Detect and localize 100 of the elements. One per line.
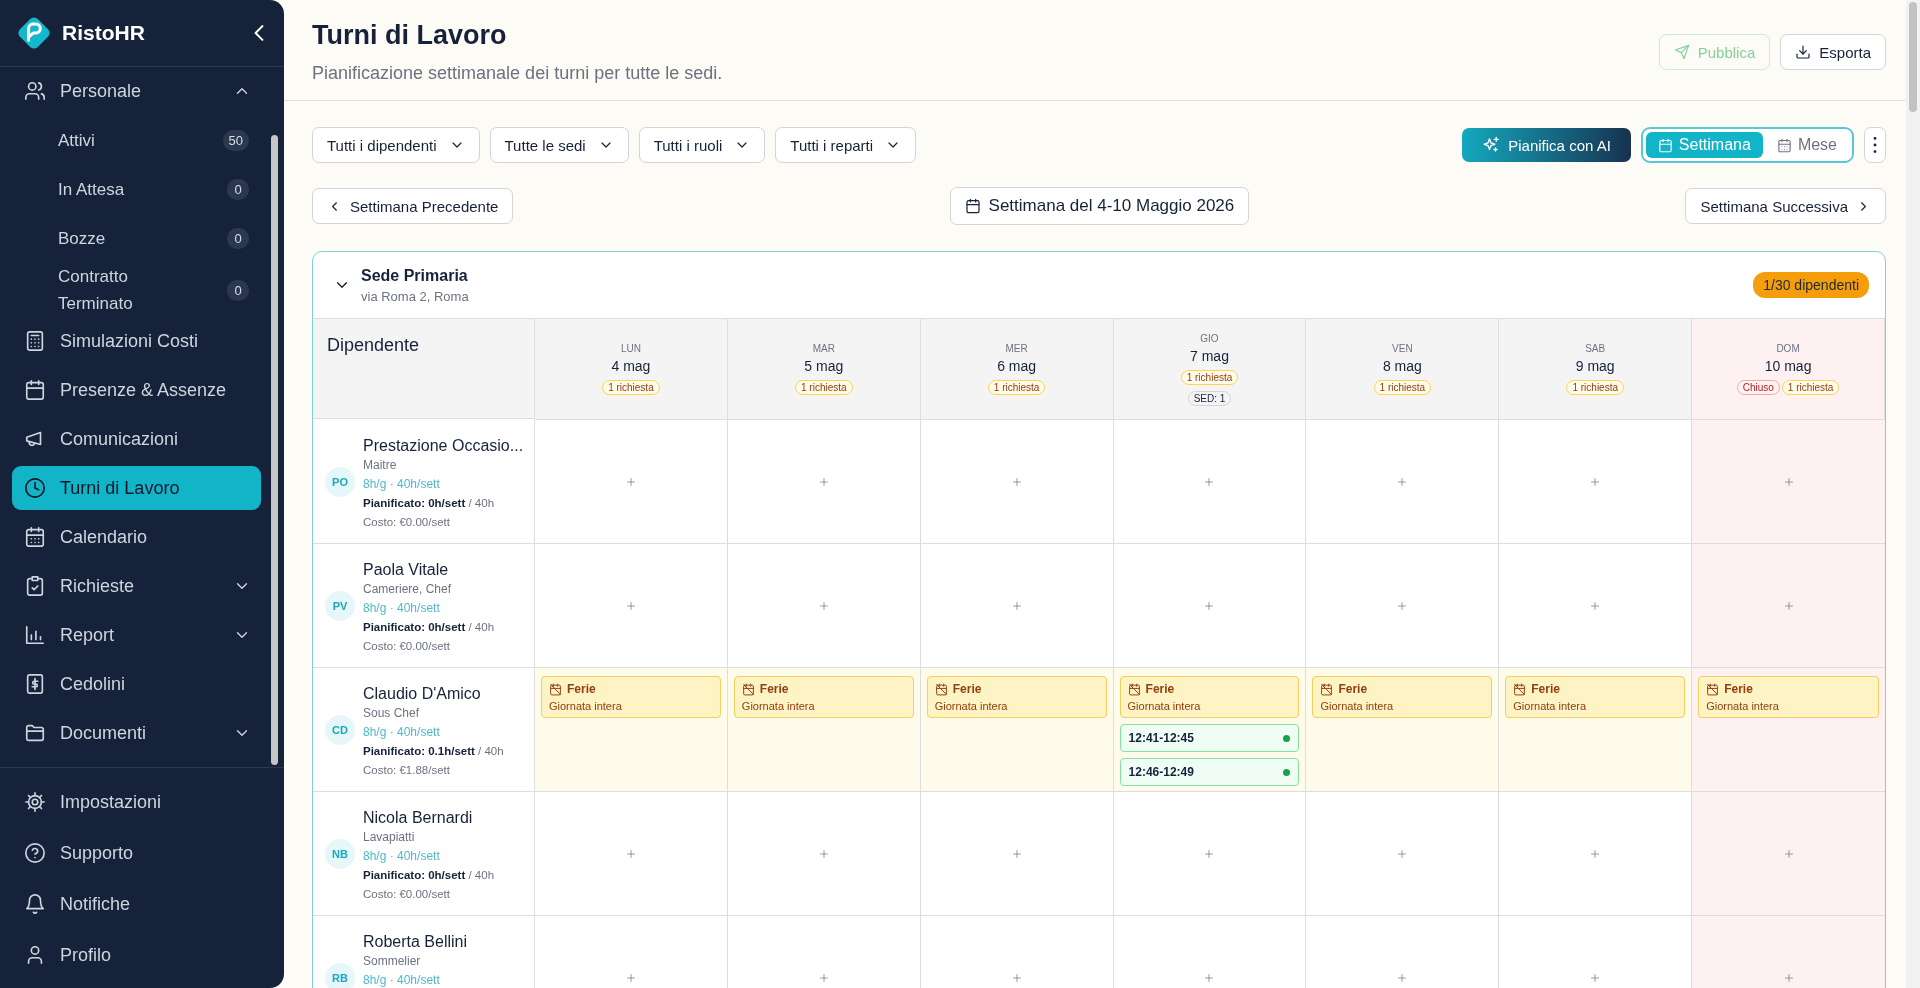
clipboard-check-icon — [24, 575, 46, 597]
add-shift-icon[interactable] — [1203, 847, 1216, 860]
date-label: 5 mag — [804, 358, 844, 374]
request-badge: 1 richiesta — [602, 380, 660, 395]
add-shift-icon[interactable] — [1396, 475, 1409, 488]
add-shift-icon[interactable] — [1589, 599, 1602, 612]
nav-item[interactable]: Profilo — [12, 933, 274, 977]
add-shift-icon[interactable] — [624, 971, 637, 984]
add-shift-icon[interactable] — [817, 971, 830, 984]
planned-hours: Pianificato: 0h/sett / 40h — [363, 620, 495, 635]
nav-item[interactable]: Comunicazioni — [12, 417, 261, 461]
add-shift-icon[interactable] — [624, 847, 637, 860]
nav-item[interactable]: Supporto — [12, 831, 274, 875]
absence-detail: Giornata intera — [1320, 700, 1395, 712]
add-shift-icon[interactable] — [1203, 971, 1216, 984]
bar-chart-icon — [24, 624, 46, 646]
nav-subitem[interactable]: Attivi 50 — [58, 116, 261, 165]
shift-time: 12:46-12:49 — [1128, 765, 1195, 779]
absence-type: Ferie — [1338, 682, 1368, 696]
avatar: CD — [325, 714, 355, 745]
nav-subitem[interactable]: Contratto Terminato 0 — [58, 263, 261, 317]
add-shift-icon[interactable] — [817, 599, 830, 612]
absence-entry[interactable]: Ferie Giornata intera — [1312, 676, 1493, 718]
weekday-label: MER — [1005, 343, 1028, 354]
nav-item[interactable]: Richieste — [12, 564, 261, 608]
request-badge: 1 richiesta — [1373, 380, 1432, 395]
filter-dropdown[interactable]: Tutti i reparti — [775, 127, 917, 163]
filter-dropdown[interactable]: Tutti i ruoli — [638, 127, 766, 163]
employee-role: Sommelier — [363, 953, 422, 970]
add-shift-icon[interactable] — [1782, 475, 1795, 488]
ai-plan-button[interactable]: Pianifica con AI — [1462, 128, 1631, 162]
add-shift-icon[interactable] — [624, 475, 637, 488]
calendar-off-icon — [1320, 682, 1334, 696]
absence-entry[interactable]: Ferie Giornata intera — [1119, 676, 1300, 718]
add-shift-icon[interactable] — [1589, 971, 1602, 984]
nav-item[interactable]: Simulazioni Costi — [12, 319, 261, 363]
view-tab[interactable]: Mese — [1764, 132, 1849, 158]
more-button[interactable] — [1864, 127, 1886, 163]
nav-item[interactable]: Report — [12, 613, 261, 657]
absence-entry[interactable]: Ferie Giornata intera — [1505, 676, 1686, 718]
nav-item[interactable]: Documenti — [12, 711, 261, 755]
nav-item[interactable]: Personale — [12, 69, 261, 113]
avatar: RB — [325, 962, 355, 988]
calendar-grid-icon — [24, 526, 46, 548]
add-shift-icon[interactable] — [1589, 847, 1602, 860]
add-shift-icon[interactable] — [1782, 847, 1795, 860]
nav-item[interactable]: Impostazioni — [12, 780, 274, 824]
add-shift-icon[interactable] — [817, 847, 830, 860]
weekday-label: DOM — [1776, 343, 1800, 354]
location-name: Sede Primaria — [361, 266, 469, 285]
nav-subitem[interactable]: Bozze 0 — [58, 214, 261, 263]
shift-entry[interactable]: 12:41-12:45 — [1119, 724, 1300, 752]
absence-type: Ferie — [952, 682, 982, 696]
add-shift-icon[interactable] — [1010, 847, 1023, 860]
employee-name: Paola Vitale — [363, 560, 450, 580]
week-picker[interactable]: Settimana del 4-10 Maggio 2026 — [949, 187, 1250, 225]
add-shift-icon[interactable] — [1396, 847, 1409, 860]
shift-entry[interactable]: 12:46-12:49 — [1119, 758, 1300, 786]
add-shift-icon[interactable] — [624, 599, 637, 612]
next-week-button[interactable]: Settimana Successiva — [1685, 188, 1886, 224]
add-shift-icon[interactable] — [1396, 599, 1409, 612]
employee-role: Maitre — [363, 457, 398, 474]
absence-entry[interactable]: Ferie Giornata intera — [1698, 676, 1879, 718]
absence-detail: Giornata intera — [549, 700, 623, 712]
nav-item[interactable]: Calendario — [12, 515, 261, 559]
export-button[interactable]: Esporta — [1780, 34, 1886, 70]
scrollbar[interactable] — [271, 135, 278, 765]
nav-item[interactable]: Cedolini — [12, 662, 261, 706]
add-shift-icon[interactable] — [817, 475, 830, 488]
add-shift-icon[interactable] — [1782, 599, 1795, 612]
add-shift-icon[interactable] — [1396, 971, 1409, 984]
nav-subitem[interactable]: In Attesa 0 — [58, 165, 261, 214]
avatar: NB — [325, 838, 355, 869]
absence-entry[interactable]: Ferie Giornata intera — [541, 676, 721, 718]
brand-name: RistoHR — [62, 21, 146, 45]
nav-item[interactable]: Turni di Lavoro — [12, 466, 261, 510]
previous-week-button[interactable]: Settimana Precedente — [312, 188, 514, 224]
add-shift-icon[interactable] — [1782, 971, 1795, 984]
add-shift-icon[interactable] — [1589, 475, 1602, 488]
filter-dropdown[interactable]: Tutte le sedi — [489, 127, 629, 163]
send-icon — [1673, 44, 1690, 60]
nav-item[interactable]: Notifiche — [12, 882, 274, 926]
download-icon — [1795, 44, 1812, 60]
request-badge: 1 richiesta — [1180, 369, 1239, 385]
scrollbar[interactable] — [1909, 2, 1917, 112]
folder-icon — [24, 722, 46, 744]
date-label: 9 mag — [1575, 358, 1615, 374]
absence-entry[interactable]: Ferie Giornata intera — [733, 676, 914, 718]
add-shift-icon[interactable] — [1203, 599, 1216, 612]
contract-hours: 8h/g · 40h/sett — [363, 972, 441, 988]
add-shift-icon[interactable] — [1010, 475, 1023, 488]
chevron-left-icon — [254, 25, 264, 41]
calculator-icon — [24, 330, 46, 352]
add-shift-icon[interactable] — [1010, 599, 1023, 612]
filter-dropdown[interactable]: Tutti i dipendenti — [312, 127, 480, 163]
absence-detail: Giornata intera — [1127, 700, 1202, 712]
add-shift-icon[interactable] — [1203, 475, 1216, 488]
nav-item[interactable]: Presenze & Assenze — [12, 368, 261, 412]
add-shift-icon[interactable] — [1010, 971, 1023, 984]
absence-entry[interactable]: Ferie Giornata intera — [926, 676, 1107, 718]
